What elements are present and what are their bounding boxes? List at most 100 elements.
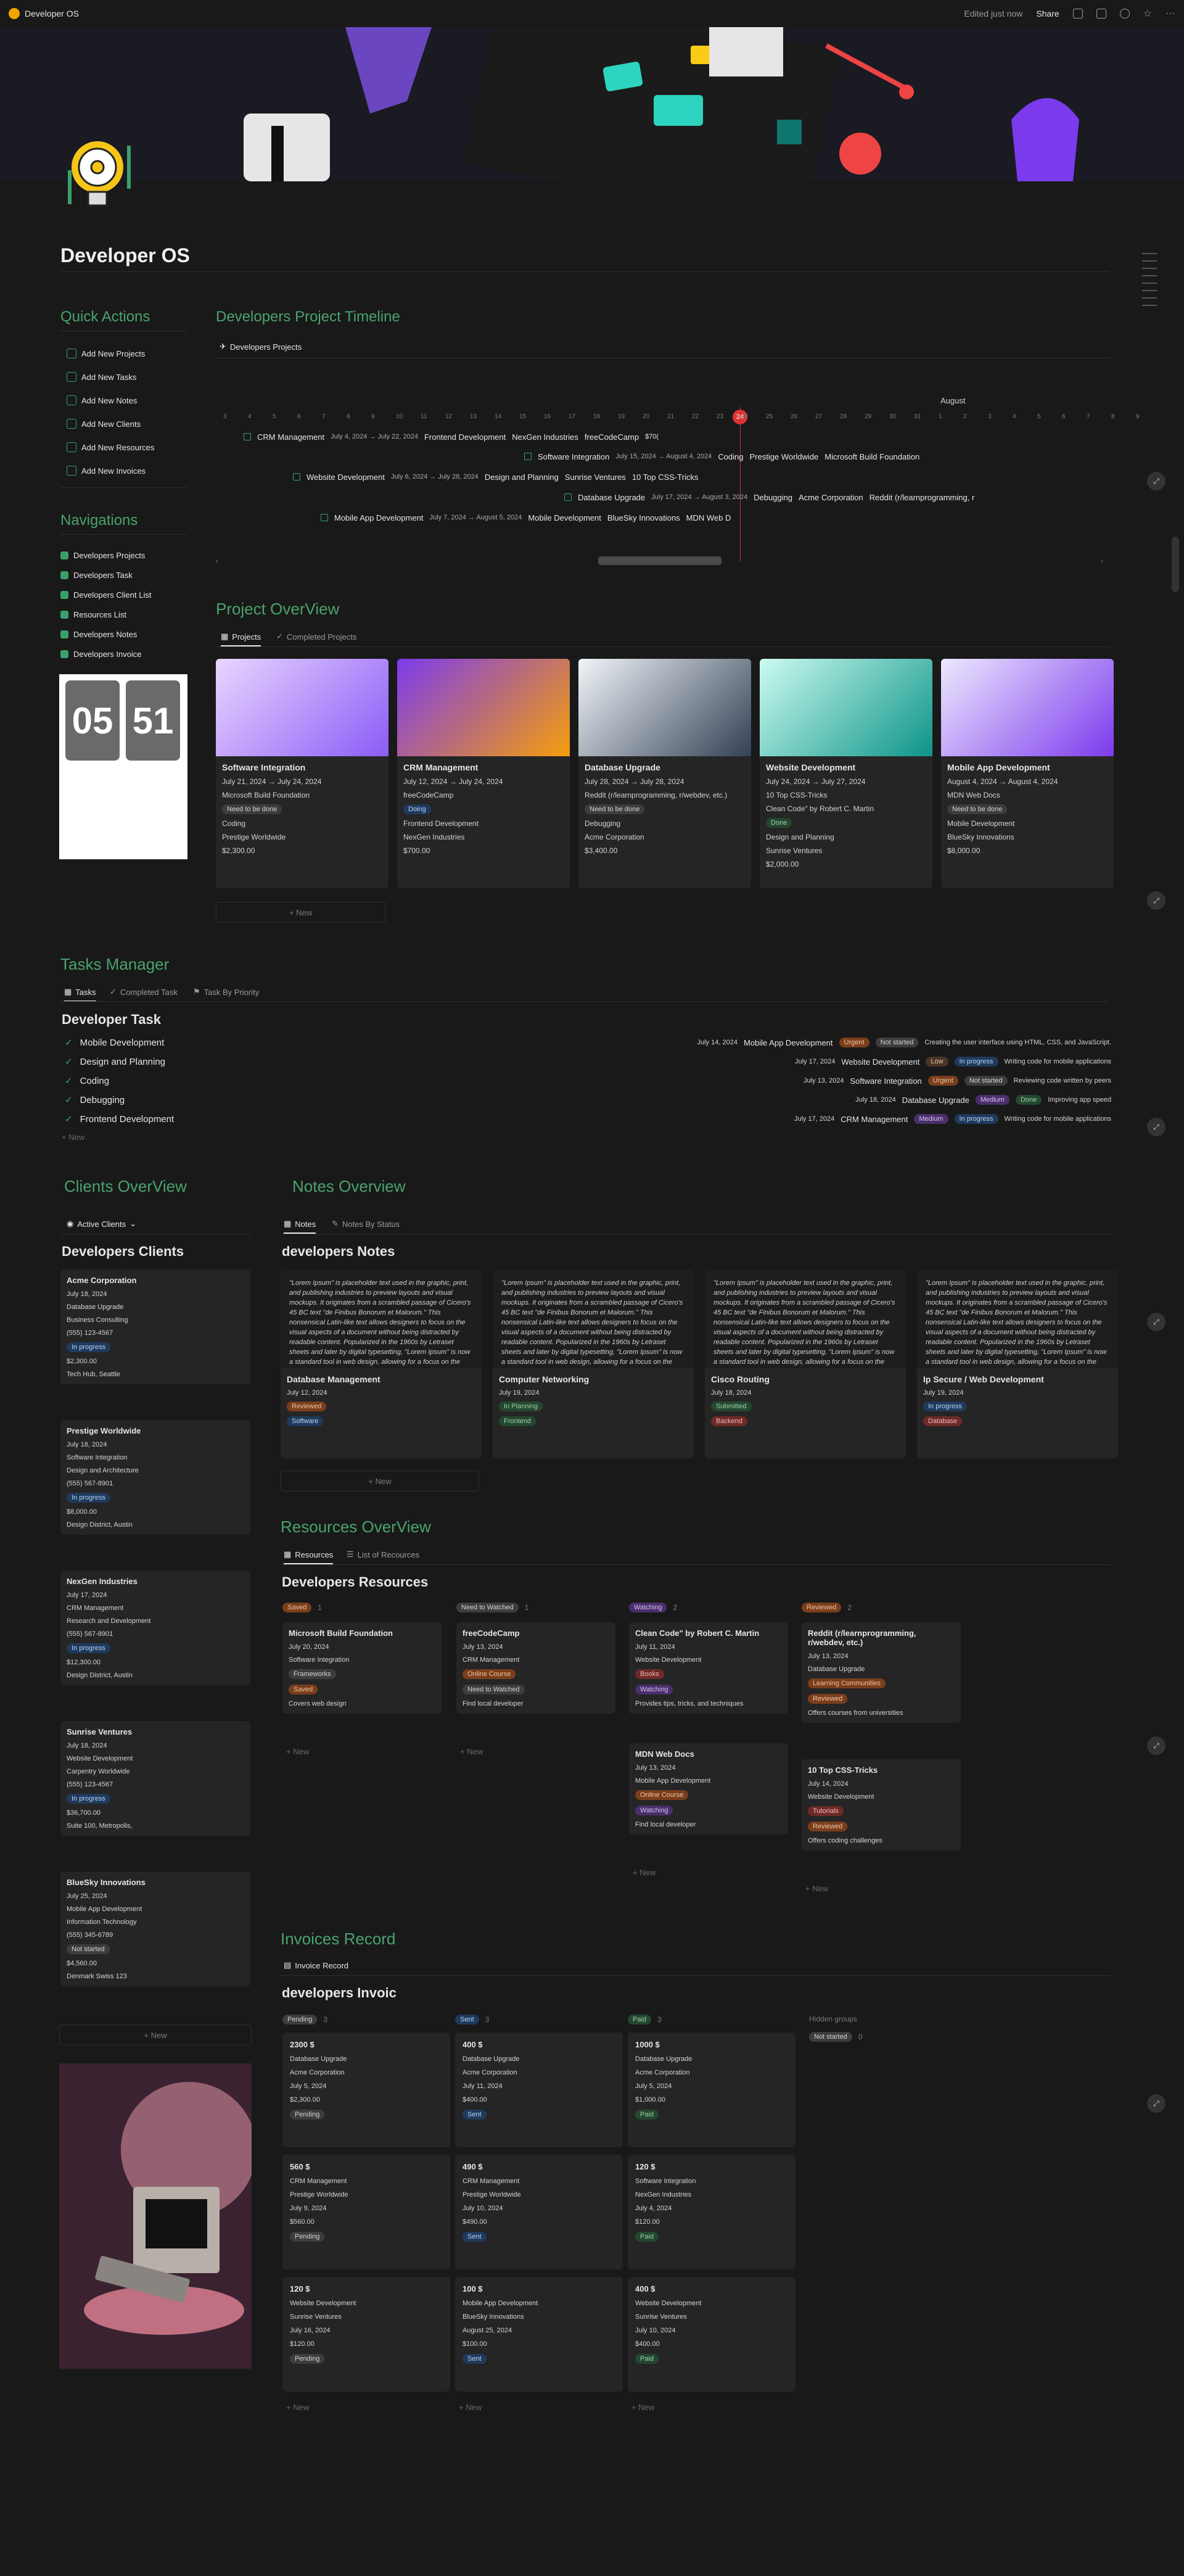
project-task[interactable]: Debugging: [585, 819, 745, 828]
task-item[interactable]: Design and Planning: [65, 1056, 165, 1067]
toc-mark[interactable]: [1142, 260, 1157, 262]
timeline-bar-software[interactable]: Software Integration July 15, 2024 → Augu…: [524, 450, 919, 463]
tab-completed-projects[interactable]: ✓ Completed Projects: [276, 632, 356, 642]
note-card[interactable]: "Lorem Ipsum" is placeholder text used i…: [917, 1269, 1118, 1458]
invoice-project[interactable]: Website Development: [290, 2300, 443, 2307]
invoice-client[interactable]: BlueSky Innovations: [462, 2313, 615, 2321]
client-project[interactable]: Website Development: [67, 1755, 244, 1762]
invoice-project[interactable]: CRM Management: [290, 2178, 443, 2185]
add-new-notes-button[interactable]: Add New Notes: [60, 392, 184, 409]
client-card[interactable]: BlueSky Innovations July 25, 2024 Mobile A…: [60, 1872, 250, 1986]
note-card[interactable]: "Lorem Ipsum" is placeholder text used i…: [705, 1269, 906, 1458]
invoice-card[interactable]: 490 $ CRM Management Prestige Worldwide Jul…: [455, 2155, 623, 2269]
project-card[interactable]: Software Integration July 21, 2024 → July…: [216, 659, 388, 888]
project-task[interactable]: Frontend Development: [403, 819, 564, 828]
tab-list-of-resources[interactable]: ☰ List of Recources: [347, 1550, 419, 1559]
note-card[interactable]: "Lorem Ipsum" is placeholder text used i…: [281, 1269, 482, 1458]
timeline-bar-mobile[interactable]: Mobile App Development July 7, 2024 → Aug…: [321, 511, 731, 524]
toc-mark[interactable]: [1142, 253, 1157, 254]
expand-icon[interactable]: ⤢: [1147, 472, 1166, 490]
task-project[interactable]: Website Development: [841, 1057, 919, 1067]
tab-notes[interactable]: ▦ Notes: [284, 1219, 316, 1234]
invoice-client[interactable]: Acme Corporation: [462, 2069, 615, 2076]
add-new-clients-button[interactable]: Add New Clients: [60, 415, 184, 432]
project-resource[interactable]: freeCodeCamp: [403, 791, 564, 799]
client-card[interactable]: Prestige Worldwide July 18, 2024 Software …: [60, 1420, 250, 1535]
invoice-client[interactable]: Prestige Worldwide: [290, 2191, 443, 2198]
new-task-button[interactable]: + New: [62, 1133, 84, 1142]
client-card[interactable]: Sunrise Ventures July 18, 2024 Website Dev…: [60, 1721, 250, 1836]
new-client-button[interactable]: + New: [59, 2025, 252, 2046]
invoice-project[interactable]: Website Development: [635, 2300, 788, 2307]
timeline-bar-website[interactable]: Website Development July 6, 2024 → July 2…: [293, 470, 698, 484]
resource-column-header[interactable]: Watching 2: [629, 1603, 677, 1612]
project-client[interactable]: BlueSky Innovations: [947, 833, 1108, 841]
project-card[interactable]: Website Development July 24, 2024 → July …: [760, 659, 932, 888]
invoice-column-header[interactable]: Pending 3: [282, 2015, 327, 2025]
new-project-button[interactable]: + New: [216, 902, 385, 923]
updates-icon[interactable]: [1096, 9, 1106, 19]
resource-project[interactable]: Website Development: [635, 1656, 782, 1664]
new-resource-button[interactable]: + New: [460, 1747, 483, 1756]
invoice-client[interactable]: Sunrise Ventures: [290, 2313, 443, 2321]
client-project[interactable]: Database Upgrade: [67, 1303, 244, 1311]
task-row[interactable]: July 17, 2024 CRM Management Medium In prog…: [794, 1114, 1111, 1124]
tab-projects[interactable]: ▦ Projects: [221, 632, 261, 646]
task-project[interactable]: Database Upgrade: [902, 1096, 969, 1105]
project-card[interactable]: Mobile App Development August 4, 2024 → A…: [941, 659, 1114, 888]
resource-card[interactable]: freeCodeCamp July 13, 2024 CRM Management O…: [456, 1622, 615, 1714]
invoice-card[interactable]: 2300 $ Database Upgrade Acme Corporation Ju…: [282, 2033, 450, 2147]
task-project[interactable]: Mobile App Development: [744, 1038, 833, 1047]
hidden-group-not-started[interactable]: Not started 0: [809, 2032, 863, 2042]
invoice-project[interactable]: CRM Management: [462, 2178, 615, 2185]
add-new-resources-button[interactable]: Add New Resources: [60, 439, 184, 456]
breadcrumb[interactable]: Developer OS: [9, 8, 79, 19]
note-card[interactable]: "Lorem Ipsum" is placeholder text used i…: [493, 1269, 694, 1458]
invoice-project[interactable]: Database Upgrade: [635, 2055, 788, 2063]
invoice-client[interactable]: Prestige Worldwide: [462, 2191, 615, 2198]
task-row[interactable]: July 13, 2024 Software Integration Urgent N…: [804, 1076, 1111, 1086]
expand-icon[interactable]: ⤢: [1147, 1736, 1166, 1755]
client-project[interactable]: CRM Management: [67, 1604, 244, 1612]
toc-mark[interactable]: [1142, 297, 1157, 299]
project-resource[interactable]: Microsoft Build Foundation: [222, 791, 382, 799]
client-project[interactable]: Mobile App Development: [67, 1905, 244, 1913]
expand-icon[interactable]: ⤢: [1147, 1118, 1166, 1136]
resource-card[interactable]: Microsoft Build Foundation July 20, 2024 S…: [282, 1622, 442, 1714]
toc-mark[interactable]: [1142, 268, 1157, 269]
tab-resources[interactable]: ▦ Resources: [284, 1550, 334, 1564]
invoice-project[interactable]: Mobile App Development: [462, 2300, 615, 2307]
task-item[interactable]: Mobile Development: [65, 1037, 165, 1048]
invoice-project[interactable]: Database Upgrade: [290, 2055, 443, 2063]
invoice-card[interactable]: 560 $ CRM Management Prestige Worldwide Jul…: [282, 2155, 450, 2269]
project-card[interactable]: Database Upgrade July 28, 2024 → July 28,…: [578, 659, 751, 888]
tab-notes-by-status[interactable]: ✎ Notes By Status: [332, 1219, 400, 1229]
nav-resources-list[interactable]: Resources List: [60, 610, 126, 619]
invoice-card[interactable]: 400 $ Database Upgrade Acme Corporation Jul…: [455, 2033, 623, 2147]
resource-project[interactable]: Website Development: [808, 1793, 955, 1801]
task-row[interactable]: July 17, 2024 Website Development Low In pr…: [795, 1057, 1111, 1067]
expand-icon[interactable]: ⤢: [1147, 1313, 1166, 1331]
new-resource-button[interactable]: + New: [805, 1884, 828, 1893]
expand-icon[interactable]: ⤢: [1147, 2094, 1166, 2113]
add-new-projects-button[interactable]: Add New Projects: [60, 345, 184, 362]
client-card[interactable]: NexGen Industries July 17, 2024 CRM Manage…: [60, 1571, 250, 1685]
invoice-card[interactable]: 1000 $ Database Upgrade Acme Corporation Ju…: [628, 2033, 796, 2147]
favorite-icon[interactable]: ☆: [1143, 7, 1152, 20]
tab-tasks[interactable]: ▦ Tasks: [64, 987, 96, 1002]
timeline-view-tab[interactable]: ✈ Developers Projects: [220, 342, 302, 352]
invoice-card[interactable]: 400 $ Website Development Sunrise Ventures…: [628, 2277, 796, 2392]
nav-developers-projects[interactable]: Developers Projects: [60, 551, 145, 560]
toc-mark[interactable]: [1142, 283, 1157, 284]
invoice-project[interactable]: Software Integration: [635, 2178, 788, 2185]
toc-mark[interactable]: [1142, 305, 1157, 306]
project-client[interactable]: Prestige Worldwide: [222, 833, 382, 841]
resource-project[interactable]: CRM Management: [462, 1656, 609, 1664]
project-resource[interactable]: 10 Top CSS-Tricks: [766, 791, 926, 799]
expand-icon[interactable]: ⤢: [1147, 891, 1166, 910]
toc-mark[interactable]: [1142, 275, 1157, 276]
invoice-client[interactable]: Sunrise Ventures: [635, 2313, 788, 2321]
task-project[interactable]: Software Integration: [850, 1076, 921, 1086]
invoice-card[interactable]: 100 $ Mobile App Development BlueSky Innov…: [455, 2277, 623, 2392]
client-project[interactable]: Software Integration: [67, 1454, 244, 1461]
